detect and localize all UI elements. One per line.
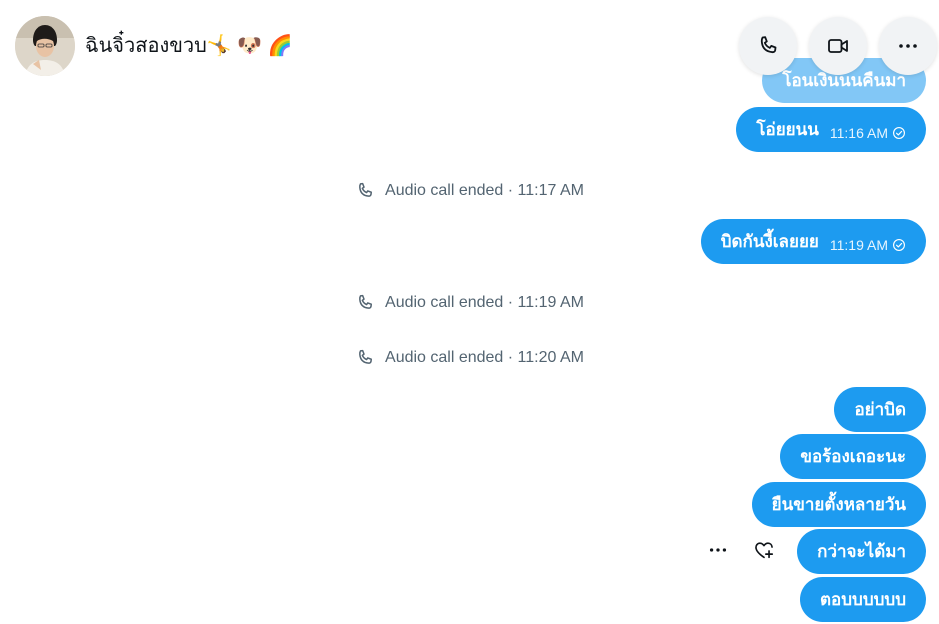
message-text: โอ่ยยนน bbox=[756, 120, 819, 139]
phone-icon bbox=[359, 294, 373, 309]
message-bubble[interactable]: ตอบบบบบบ bbox=[800, 577, 926, 622]
video-icon bbox=[828, 39, 848, 53]
more-options-button[interactable] bbox=[879, 17, 937, 75]
call-event-text: Audio call ended · 11:19 AM bbox=[385, 294, 584, 311]
react-button[interactable] bbox=[752, 538, 776, 562]
video-call-button[interactable] bbox=[809, 17, 867, 75]
message-meta: 11:19 AM bbox=[830, 237, 906, 253]
phone-icon bbox=[760, 36, 777, 54]
message-text: ขอร้องเถอะนะ bbox=[800, 447, 906, 466]
message-text: ตอบบบบบบ bbox=[820, 590, 906, 609]
message-text: ยืนขายตั้งหลายวัน bbox=[771, 495, 906, 514]
call-event-text: Audio call ended · 11:17 AM bbox=[385, 182, 584, 199]
message-bubble[interactable]: อย่าบิด bbox=[834, 387, 926, 432]
message-more-button[interactable] bbox=[706, 538, 730, 562]
message-bubble[interactable]: บิดกันงี้เลยยย 11:19 AM bbox=[700, 219, 926, 264]
contact-name[interactable]: ฉินจิ๋วสองขวบ🤸 🐶 🌈 bbox=[85, 34, 293, 58]
more-icon bbox=[709, 548, 727, 552]
sent-check-icon bbox=[893, 126, 905, 139]
avatar-photo bbox=[15, 16, 75, 76]
more-icon bbox=[899, 44, 917, 48]
call-event: Audio call ended · 11:17 AM bbox=[0, 179, 939, 203]
call-event: Audio call ended · 11:20 AM bbox=[0, 346, 939, 370]
dm-conversation: โอนเงินนนคืนมา โอ่ยยนน 11:16 AM Audio ca… bbox=[0, 0, 939, 624]
message-actions bbox=[706, 538, 776, 562]
call-event-text: Audio call ended · 11:20 AM bbox=[385, 349, 584, 366]
sent-check-icon bbox=[893, 238, 905, 251]
phone-icon bbox=[359, 182, 373, 197]
message-meta: 11:16 AM bbox=[830, 125, 906, 141]
message-text: บิดกันงี้เลยยย bbox=[720, 232, 819, 251]
message-bubble[interactable]: ยืนขายตั้งหลายวัน bbox=[751, 482, 926, 527]
audio-call-button[interactable] bbox=[739, 17, 797, 75]
message-bubble[interactable]: โอ่ยยนน 11:16 AM bbox=[736, 107, 926, 152]
message-bubble[interactable]: ขอร้องเถอะนะ bbox=[780, 434, 926, 479]
message-time: 11:19 AM bbox=[829, 236, 888, 253]
heart-add-icon bbox=[755, 542, 774, 559]
message-text: อย่าบิด bbox=[854, 400, 906, 419]
avatar[interactable] bbox=[15, 16, 75, 76]
message-text: กว่าจะได้มา bbox=[817, 542, 906, 561]
message-bubble[interactable]: กว่าจะได้มา bbox=[797, 529, 926, 574]
call-event: Audio call ended · 11:19 AM bbox=[0, 291, 939, 315]
conversation-header: ฉินจิ๋วสองขวบ🤸 🐶 🌈 bbox=[0, 0, 939, 92]
message-time: 11:16 AM bbox=[829, 124, 888, 141]
phone-icon bbox=[359, 349, 373, 364]
